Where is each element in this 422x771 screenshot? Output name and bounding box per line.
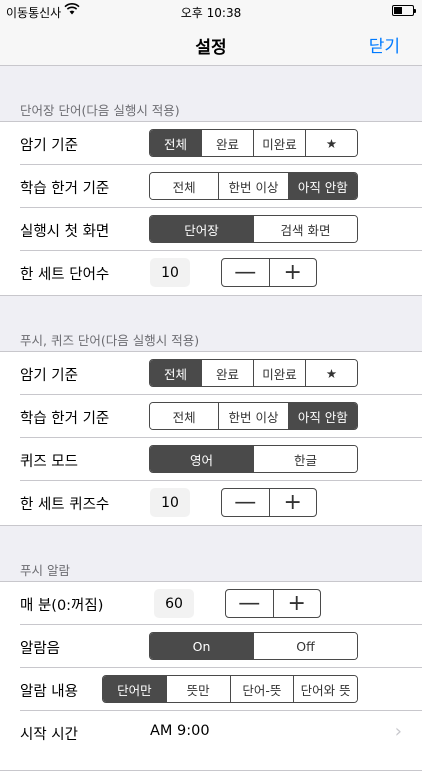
segment-option[interactable]: Off xyxy=(253,633,357,659)
row-label: 매 분(0:꺼짐) xyxy=(20,598,104,614)
segment-option[interactable]: 영어 xyxy=(150,446,253,472)
word-set-count-stepper: — + xyxy=(221,258,317,287)
quiz-set-count-stepper: — + xyxy=(221,488,317,517)
segmented-quiz-mode: 영어 한글 xyxy=(149,445,358,473)
row-label: 학습 한거 기준 xyxy=(20,181,110,197)
word-set-count-value: 10 xyxy=(150,258,190,287)
segmented-push-sound: On Off xyxy=(149,632,358,660)
segment-option[interactable]: 완료 xyxy=(201,360,253,386)
segment-option[interactable]: 단어장 xyxy=(150,216,253,242)
segmented-push-content: 단어만 뜻만 단어-뜻 단어와 뜻 xyxy=(102,675,358,703)
push-interval-value: 60 xyxy=(154,589,194,618)
segmented-quiz-study-limit: 전체 한번 이상 아직 안함 xyxy=(149,402,358,430)
segment-option[interactable]: 단어만 xyxy=(103,676,166,702)
row-word-study-limit: 학습 한거 기준 전체 한번 이상 아직 안함 xyxy=(0,164,422,208)
row-word-memorize: 암기 기준 전체 완료 미완료 ★ xyxy=(0,122,422,165)
segment-option[interactable]: 전체 xyxy=(150,403,219,429)
row-label: 시작 시간 xyxy=(20,727,78,743)
segment-option[interactable]: 단어-뜻 xyxy=(229,676,294,702)
plus-button[interactable]: + xyxy=(268,259,317,286)
segment-option[interactable]: 아직 안함 xyxy=(287,403,357,429)
row-label: 한 세트 퀴즈수 xyxy=(20,497,110,513)
segment-option[interactable]: 뜻만 xyxy=(165,676,230,702)
row-label: 한 세트 단어수 xyxy=(20,267,110,283)
page-title: 설정 xyxy=(195,38,227,58)
status-time: 오후 10:38 xyxy=(180,6,242,20)
segmented-word-memorize: 전체 완료 미완료 ★ xyxy=(149,129,358,157)
row-quiz-set-count: 한 세트 퀴즈수 10 — + xyxy=(0,480,422,524)
plus-button[interactable]: + xyxy=(272,590,321,617)
minus-button[interactable]: — xyxy=(226,590,273,617)
row-label: 학습 한거 기준 xyxy=(20,411,110,427)
group-push: 매 분(0:꺼짐) 60 — + 알람음 On Off 알람 내용 단어만 뜻만 단어… xyxy=(0,581,422,771)
plus-button[interactable]: + xyxy=(268,489,317,516)
segment-option[interactable]: 전체 xyxy=(150,360,201,386)
section-header-quiz: 푸시, 퀴즈 단어(다음 실행시 적용) xyxy=(20,333,200,348)
group-quiz: 암기 기준 전체 완료 미완료 ★ 학습 한거 기준 전체 한번 이상 아직 안함 퀴즈 … xyxy=(0,351,422,526)
segment-option[interactable]: 완료 xyxy=(201,130,253,156)
row-label: 암기 기준 xyxy=(20,368,78,384)
quiz-set-count-value: 10 xyxy=(150,488,190,517)
group-word: 암기 기준 전체 완료 미완료 ★ 학습 한거 기준 전체 한번 이상 아직 안함 실행시… xyxy=(0,121,422,296)
segment-option[interactable]: 전체 xyxy=(150,173,219,199)
section-header-push: 푸시 알람 xyxy=(20,563,70,578)
segment-option[interactable]: 미완료 xyxy=(253,130,305,156)
row-label: 알람 내용 xyxy=(20,684,78,700)
row-label: 실행시 첫 화면 xyxy=(20,224,110,240)
row-quiz-study-limit: 학습 한거 기준 전체 한번 이상 아직 안함 xyxy=(0,394,422,438)
minus-button[interactable]: — xyxy=(222,489,269,516)
row-push-interval: 매 분(0:꺼짐) 60 — + xyxy=(0,582,422,625)
section-header-word: 단어장 단어(다음 실행시 적용) xyxy=(20,103,180,118)
segment-option[interactable]: 전체 xyxy=(150,130,201,156)
segmented-word-study-limit: 전체 한번 이상 아직 안함 xyxy=(149,172,358,200)
battery-icon xyxy=(392,5,416,16)
row-quiz-memorize: 암기 기준 전체 완료 미완료 ★ xyxy=(0,352,422,395)
segment-option[interactable]: On xyxy=(150,633,253,659)
status-bar: 이동통신사 오후 10:38 xyxy=(0,0,422,22)
segment-option[interactable]: ★ xyxy=(305,360,357,386)
segment-option[interactable]: 한번 이상 xyxy=(218,173,288,199)
segment-option[interactable]: 한글 xyxy=(253,446,357,472)
push-interval-stepper: — + xyxy=(225,589,321,618)
row-label: 알람음 xyxy=(20,641,61,657)
segment-option[interactable]: 미완료 xyxy=(253,360,305,386)
nav-bar: 설정 닫기 xyxy=(0,22,422,66)
row-quiz-mode: 퀴즈 모드 영어 한글 xyxy=(0,437,422,481)
segment-option[interactable]: 검색 화면 xyxy=(253,216,357,242)
minus-button[interactable]: — xyxy=(222,259,269,286)
row-push-content: 알람 내용 단어만 뜻만 단어-뜻 단어와 뜻 xyxy=(0,667,422,711)
chevron-right-icon: › xyxy=(394,721,402,742)
segment-option[interactable]: 아직 안함 xyxy=(287,173,357,199)
segment-option[interactable]: 단어와 뜻 xyxy=(293,676,357,702)
start-time-value: AM 9:00 xyxy=(150,723,210,739)
row-label: 암기 기준 xyxy=(20,138,78,154)
segment-option[interactable]: 한번 이상 xyxy=(218,403,288,429)
row-word-set-count: 한 세트 단어수 10 — + xyxy=(0,250,422,294)
row-word-start-screen: 실행시 첫 화면 단어장 검색 화면 xyxy=(0,207,422,251)
row-push-sound: 알람음 On Off xyxy=(0,624,422,668)
segmented-quiz-memorize: 전체 완료 미완료 ★ xyxy=(149,359,358,387)
segment-option[interactable]: ★ xyxy=(305,130,357,156)
close-button[interactable]: 닫기 xyxy=(369,32,400,57)
segmented-word-start-screen: 단어장 검색 화면 xyxy=(149,215,358,243)
row-push-start-time[interactable]: 시작 시간 AM 9:00 › xyxy=(0,710,422,754)
row-label: 퀴즈 모드 xyxy=(20,454,78,470)
